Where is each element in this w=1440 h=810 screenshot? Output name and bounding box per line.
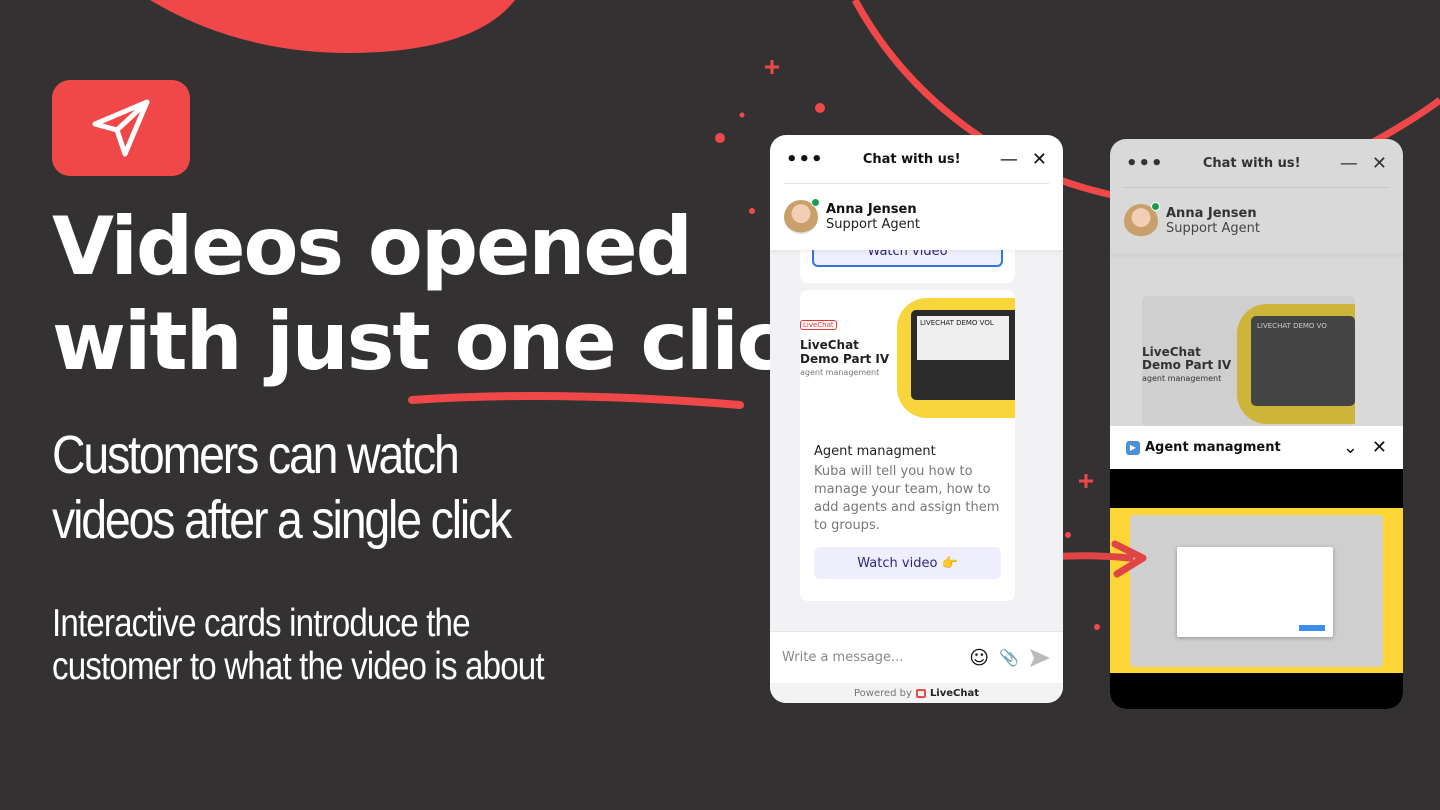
- minimize-icon[interactable]: —: [1340, 153, 1358, 174]
- image-caption: agent management: [800, 368, 880, 377]
- widget-header: ••• Chat with us! — ✕: [770, 135, 1063, 183]
- paper-plane-icon: [92, 99, 150, 157]
- livechat-logo-icon: [915, 689, 926, 698]
- subtitle-line1: Customers can watch: [52, 425, 460, 485]
- agent-role: Support Agent: [826, 217, 921, 232]
- image-title: Demo Part IV: [1142, 358, 1232, 372]
- attachment-icon[interactable]: 📎: [999, 648, 1019, 667]
- red-blob: [150, 0, 515, 53]
- logo-badge: [52, 80, 190, 176]
- more-icon[interactable]: •••: [786, 149, 824, 170]
- image-title: Demo Part IV: [800, 352, 890, 366]
- online-indicator: [811, 198, 820, 207]
- brand-name: LiveChat: [929, 688, 980, 699]
- play-button-icon: ▶: [1126, 440, 1140, 455]
- message-input[interactable]: Write a message... ☺ 📎: [770, 631, 1063, 683]
- card-image: LiveChat Demo Part IV agent management LIV…: [1142, 296, 1355, 426]
- headline-line1: Videos opened: [52, 200, 693, 293]
- previous-card: Watch video: [800, 250, 1015, 283]
- message-placeholder: Write a message...: [782, 650, 904, 665]
- close-icon[interactable]: ✕: [1372, 153, 1387, 174]
- agent-name: Anna Jensen: [1166, 206, 1257, 221]
- widget-title: Chat with us!: [1202, 155, 1301, 171]
- cassette-label: LIVECHAT DEMO VOL: [917, 316, 1009, 360]
- subtitle-line2: videos after a single click: [52, 490, 512, 550]
- emoji-icon[interactable]: ☺: [969, 647, 989, 669]
- agent-name: Anna Jensen: [826, 202, 917, 217]
- cassette-label: LIVECHAT DEMO VO: [1251, 316, 1355, 406]
- chevron-down-icon[interactable]: ⌄: [1343, 437, 1358, 458]
- more-icon[interactable]: •••: [1126, 153, 1164, 174]
- avatar: [784, 198, 820, 234]
- widget-header: ••• Chat with us! — ✕: [1110, 139, 1403, 187]
- image-title: LiveChat: [800, 338, 859, 352]
- agent-info: Anna Jensen Support Agent: [770, 184, 1063, 250]
- headline-line2: with just one click: [52, 295, 835, 388]
- minimize-icon[interactable]: —: [1000, 149, 1018, 170]
- powered-by-text: Powered by: [853, 688, 912, 699]
- video-card: LiveChat LiveChat Demo Part IV agent manag…: [800, 290, 1015, 601]
- plus-icon: [765, 60, 779, 74]
- image-caption: agent management: [1142, 374, 1222, 383]
- card-image: LiveChat LiveChat Demo Part IV agent manag…: [800, 290, 1015, 430]
- avatar: [1124, 202, 1160, 238]
- close-icon[interactable]: ✕: [1372, 437, 1387, 458]
- video-frame: [1110, 508, 1403, 673]
- card-text: Kuba will tell you how to manage your te…: [814, 464, 1000, 533]
- video-header: ▶ Agent managment ⌄ ✕: [1110, 426, 1403, 469]
- image-brand: LiveChat: [800, 320, 837, 330]
- online-indicator: [1151, 202, 1160, 211]
- powered-by[interactable]: Powered by LiveChat: [770, 683, 1063, 703]
- plus-icon: [1079, 474, 1093, 488]
- chat-widget-video: ••• Chat with us! — ✕ Anna Jensen Support …: [1110, 139, 1403, 709]
- watch-video-button[interactable]: Watch video 👉: [814, 547, 1001, 579]
- agent-info: Anna Jensen Support Agent: [1110, 188, 1403, 254]
- underline: [408, 392, 744, 409]
- message-list[interactable]: Watch video LiveChat LiveChat Demo Part I…: [770, 250, 1063, 631]
- headline-text: with just: [52, 295, 455, 388]
- close-icon[interactable]: ✕: [1032, 149, 1047, 170]
- card-title: Agent managment: [814, 444, 936, 459]
- send-icon[interactable]: [1029, 648, 1051, 668]
- video-title: Agent managment: [1145, 440, 1281, 455]
- description-line2: customer to what the video is about: [52, 645, 545, 688]
- watch-video-button[interactable]: Watch video: [812, 250, 1003, 267]
- description-line1: Interactive cards introduce the: [52, 602, 471, 645]
- agent-role: Support Agent: [1166, 221, 1261, 236]
- widget-title: Chat with us!: [862, 151, 961, 167]
- cassette-illustration: LIVECHAT DEMO VOL: [897, 298, 1015, 418]
- chat-widget: ••• Chat with us! — ✕ Anna Jensen Support …: [770, 135, 1063, 703]
